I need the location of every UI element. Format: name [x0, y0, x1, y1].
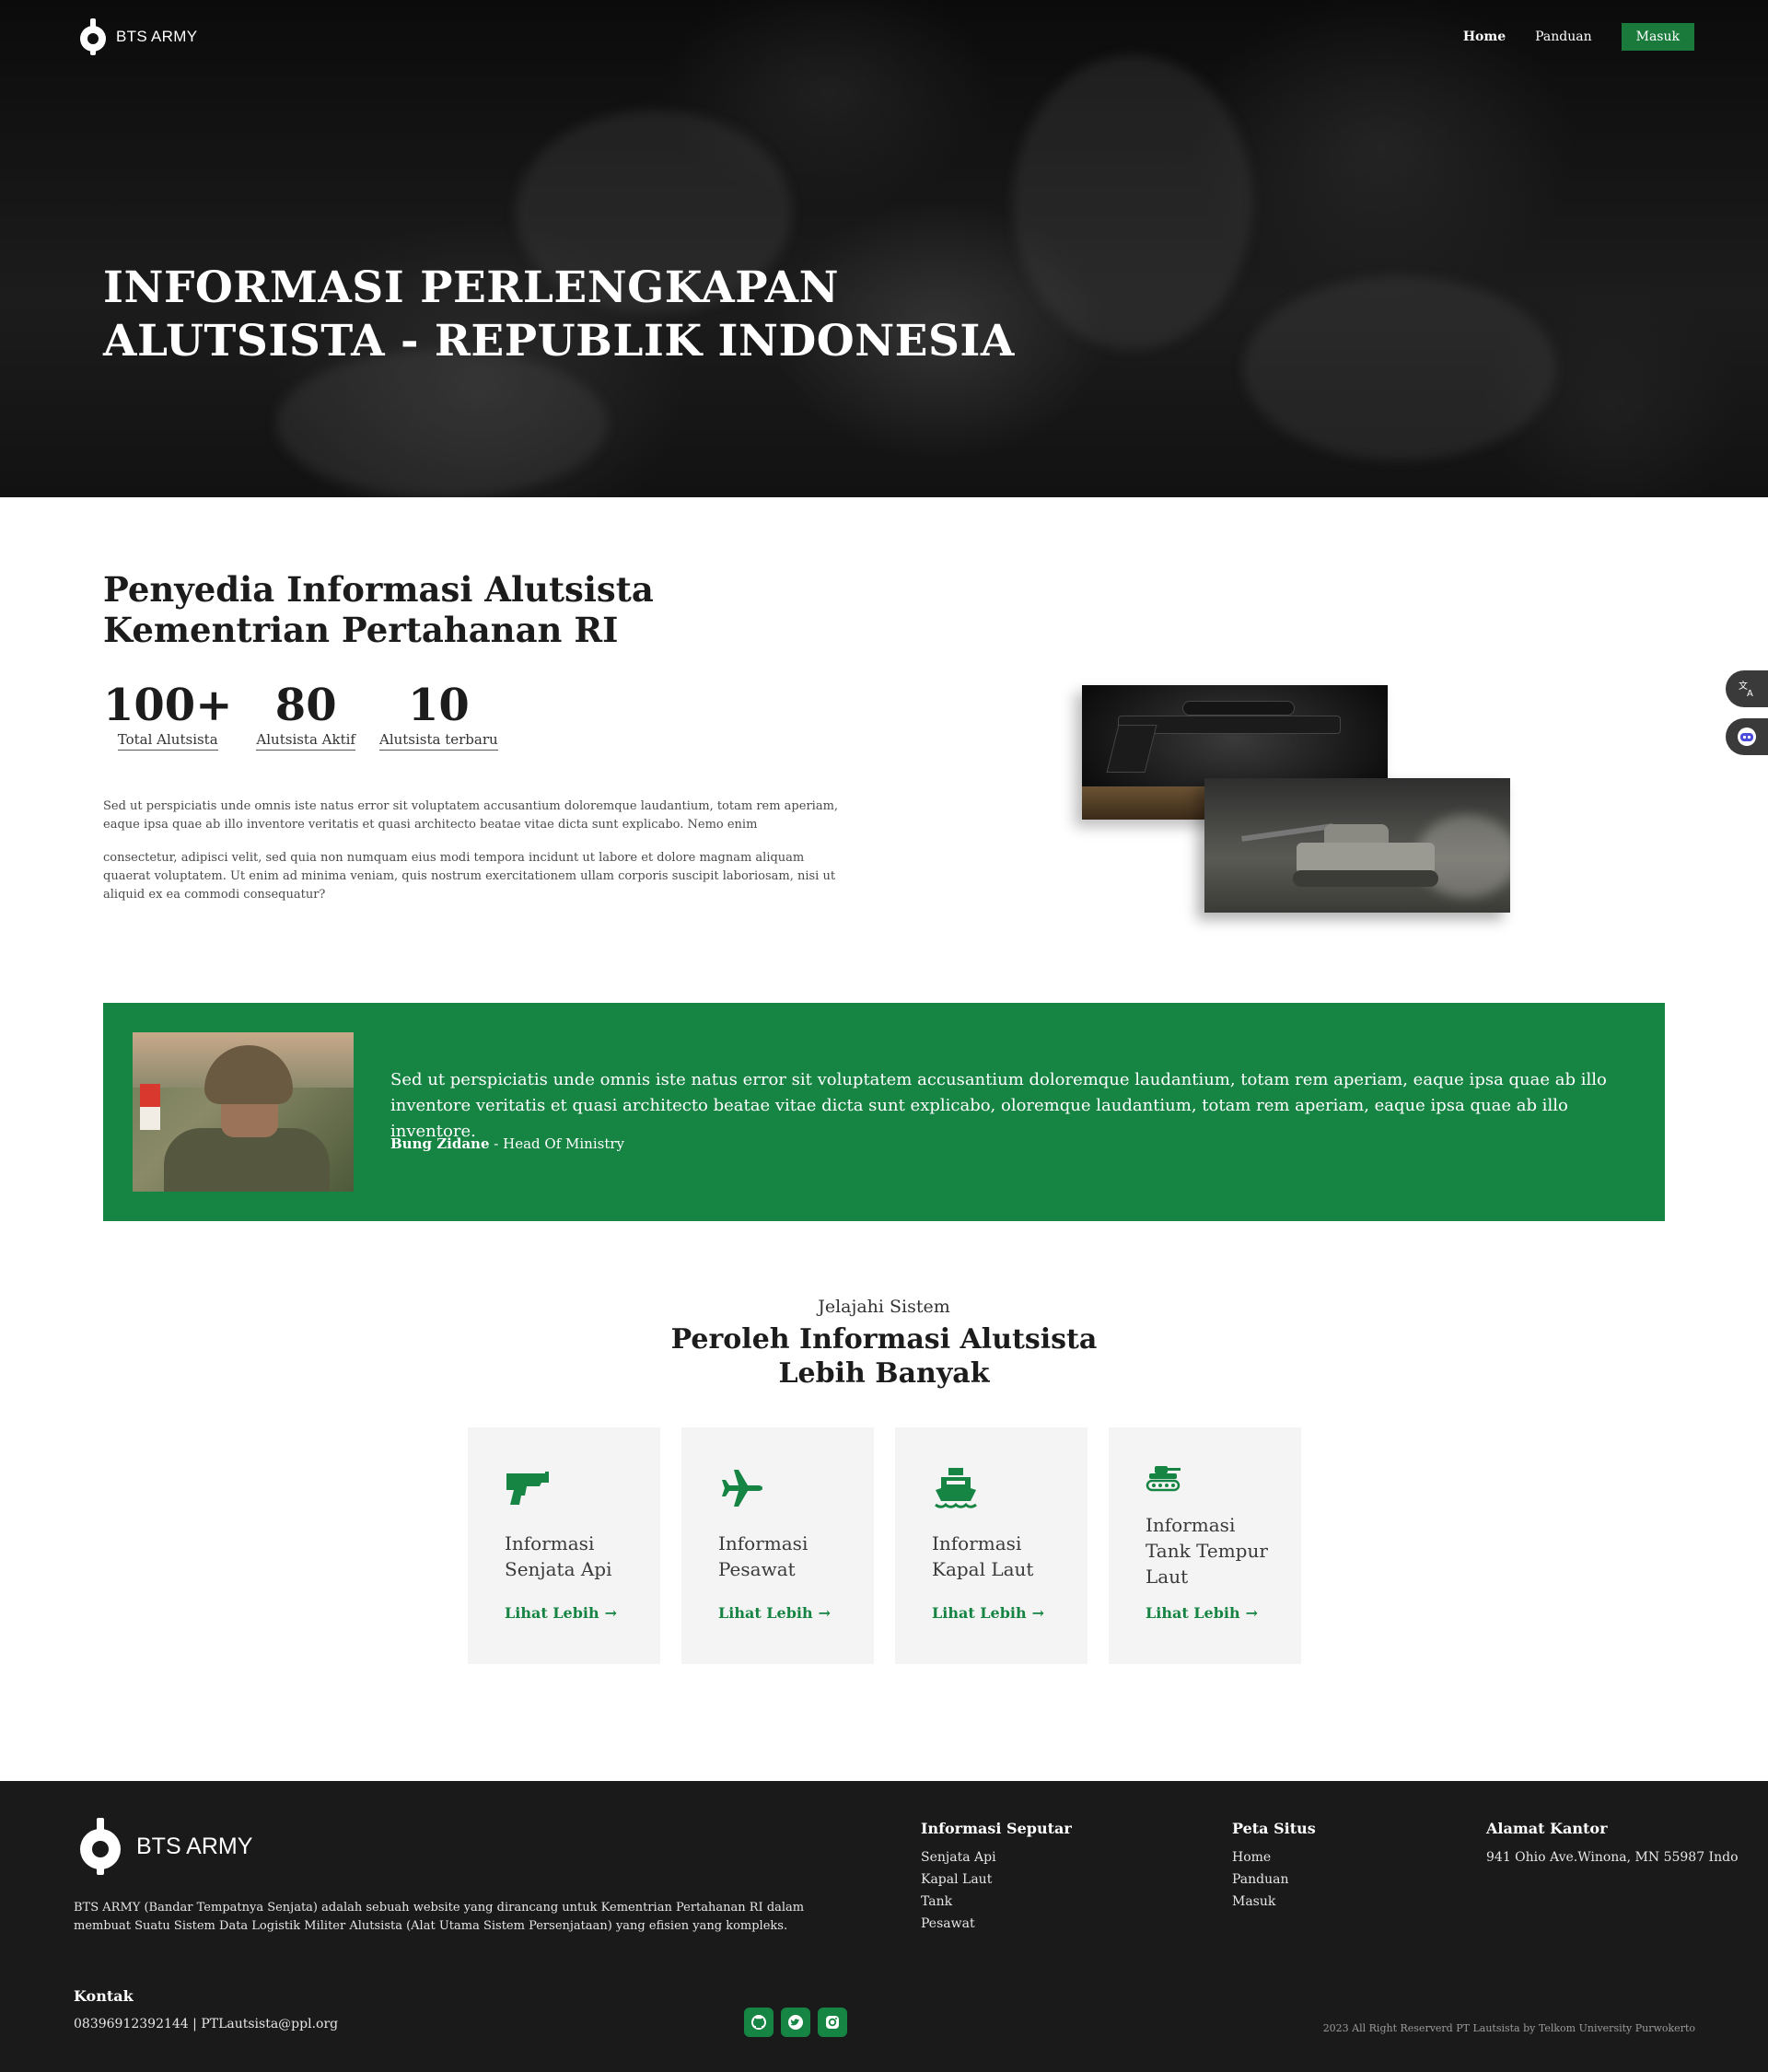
card-link-label: Lihat Lebih: [718, 1604, 813, 1622]
soldier-photo: [133, 1032, 354, 1192]
testimonial-author: Bung Zidane - Head Of Ministry: [390, 1135, 624, 1152]
logo-icon: [79, 1818, 122, 1875]
arrow-right-icon: →: [818, 1604, 832, 1622]
chat-bot-button[interactable]: [1726, 718, 1768, 755]
explore-title-line2: Lebih Banyak: [778, 1357, 990, 1390]
card-link[interactable]: Lihat Lebih →: [1146, 1604, 1258, 1622]
translate-button[interactable]: 文A: [1726, 670, 1768, 707]
github-button[interactable]: [744, 2008, 774, 2037]
social-links: [744, 2008, 847, 2037]
footer-info-heading: Informasi Seputar: [921, 1820, 1072, 1837]
author-name: Bung Zidane: [390, 1135, 490, 1152]
footer-office-heading: Alamat Kantor: [1486, 1820, 1608, 1837]
stat-label: Alutsista Aktif: [256, 731, 355, 751]
explore-title-line1: Peroleh Informasi Alutsista: [670, 1323, 1098, 1356]
hero-title-line1: INFORMASI PERLENGKAPAN: [103, 262, 840, 313]
testimonial-text: Sed ut perspiciatis unde omnis iste natu…: [390, 1070, 1607, 1141]
stat-value: 10: [407, 680, 470, 731]
nav-guide[interactable]: Panduan: [1535, 29, 1592, 44]
arrow-right-icon: →: [604, 1604, 618, 1622]
card-link-label: Lihat Lebih: [932, 1604, 1027, 1622]
footer-contact: 08396912392144 | PTLautsista@ppl.org: [74, 2017, 339, 2031]
footer-link[interactable]: Senjata Api: [921, 1846, 1072, 1868]
hero-title-line2: ALUTSISTA - REPUBLIK INDONESIA: [103, 316, 1015, 367]
twitter-button[interactable]: [781, 2008, 810, 2037]
svg-text:A: A: [1747, 689, 1753, 699]
translate-icon: 文A: [1739, 680, 1753, 699]
tank-icon: [1146, 1461, 1182, 1492]
main-nav: Home Panduan Masuk: [1463, 23, 1694, 51]
nav-home[interactable]: Home: [1463, 29, 1506, 44]
author-role: - Head Of Ministry: [494, 1135, 625, 1152]
about-title-line1: Penyedia Informasi Alutsista: [103, 569, 654, 610]
footer-sitemap-column: Peta Situs Home Panduan Masuk: [1232, 1820, 1316, 1913]
copyright: 2023 All Right Reserverd PT Lautsista by…: [1322, 2022, 1695, 2034]
stat-active: 80 Alutsista Aktif: [256, 681, 355, 751]
instagram-button[interactable]: [818, 2008, 847, 2037]
footer-link[interactable]: Pesawat: [921, 1913, 1072, 1935]
stats-row: 100+ Total Alutsista 80 Alutsista Aktif …: [103, 681, 498, 751]
footer-logo[interactable]: BTS ARMY: [79, 1818, 252, 1875]
stat-value: 100+: [103, 680, 233, 731]
card-link-label: Lihat Lebih: [1146, 1604, 1240, 1622]
card-title: Informasi Senjata Api: [505, 1532, 612, 1580]
hero-texture: [276, 350, 608, 497]
hero-title: INFORMASI PERLENGKAPAN ALUTSISTA - REPUB…: [103, 262, 1015, 368]
footer-description: BTS ARMY (Bandar Tempatnya Senjata) adal…: [74, 1901, 805, 1933]
instagram-icon: [826, 2016, 839, 2029]
footer-link[interactable]: Masuk: [1232, 1891, 1316, 1913]
hero-texture: [1243, 276, 1556, 460]
explore-title: Peroleh Informasi Alutsista Lebih Banyak: [0, 1322, 1768, 1391]
card-title: Informasi Tank Tempur Laut: [1146, 1514, 1268, 1588]
github-icon: [751, 2015, 766, 2030]
card-ships[interactable]: Informasi Kapal Laut Lihat Lebih →: [895, 1427, 1088, 1664]
about-paragraph-2: consectetur, adipisci velit, sed quia no…: [103, 851, 836, 902]
brand-name: BTS ARMY: [116, 28, 198, 45]
logo-icon: [79, 18, 107, 55]
footer-brand-name: BTS ARMY: [136, 1833, 253, 1859]
footer-contact-heading: Kontak: [74, 1987, 134, 2005]
hero-banner: BTS ARMY Home Panduan Masuk INFORMASI PE…: [0, 0, 1768, 497]
stat-total: 100+ Total Alutsista: [103, 681, 232, 751]
about-paragraph-1: Sed ut perspiciatis unde omnis iste natu…: [103, 799, 839, 832]
plane-icon: [718, 1466, 766, 1510]
explore-subtitle: Jelajahi Sistem: [818, 1297, 950, 1317]
card-link[interactable]: Lihat Lebih →: [932, 1604, 1044, 1622]
category-cards: Informasi Senjata Api Lihat Lebih → Infor…: [468, 1427, 1301, 1664]
gun-icon: [505, 1466, 552, 1510]
hero-texture: [1013, 55, 1252, 350]
arrow-right-icon: →: [1031, 1604, 1045, 1622]
stat-label: Total Alutsista: [117, 731, 218, 751]
brand-logo[interactable]: BTS ARMY: [79, 18, 197, 55]
footer-sitemap-heading: Peta Situs: [1232, 1820, 1316, 1837]
card-link[interactable]: Lihat Lebih →: [505, 1604, 617, 1622]
card-link-label: Lihat Lebih: [505, 1604, 599, 1622]
footer-info-column: Informasi Seputar Senjata Api Kapal Laut…: [921, 1820, 1072, 1935]
footer-link[interactable]: Panduan: [1232, 1868, 1316, 1891]
card-tanks[interactable]: Informasi Tank Tempur Laut Lihat Lebih →: [1109, 1427, 1301, 1664]
tank-image: [1204, 778, 1510, 913]
footer-link[interactable]: Kapal Laut: [921, 1868, 1072, 1891]
card-title: Informasi Pesawat: [718, 1532, 808, 1580]
stat-label: Alutsista terbaru: [378, 731, 498, 751]
about-title: Penyedia Informasi Alutsista Kementrian …: [103, 569, 654, 650]
about-title-line2: Kementrian Pertahanan RI: [103, 610, 619, 650]
twitter-icon: [788, 2015, 803, 2030]
card-aircraft[interactable]: Informasi Pesawat Lihat Lebih →: [681, 1427, 874, 1664]
card-title: Informasi Kapal Laut: [932, 1532, 1034, 1580]
footer-link[interactable]: Tank: [921, 1891, 1072, 1913]
site-footer: BTS ARMY BTS ARMY (Bandar Tempatnya Senj…: [0, 1781, 1768, 2072]
testimonial-banner: Sed ut perspiciatis unde omnis iste natu…: [103, 1003, 1665, 1221]
login-button[interactable]: Masuk: [1621, 23, 1694, 51]
chat-bot-icon: [1738, 728, 1756, 746]
card-link[interactable]: Lihat Lebih →: [718, 1604, 831, 1622]
ship-icon: [932, 1466, 980, 1510]
arrow-right-icon: →: [1245, 1604, 1259, 1622]
footer-address: 941 Ohio Ave.Winona, MN 55987 Indo: [1486, 1850, 1739, 1865]
card-firearms[interactable]: Informasi Senjata Api Lihat Lebih →: [468, 1427, 660, 1664]
stat-value: 80: [274, 680, 337, 731]
footer-office-column: Alamat Kantor 941 Ohio Ave.Winona, MN 55…: [1486, 1820, 1739, 1868]
stat-newest: 10 Alutsista terbaru: [378, 680, 498, 751]
footer-link[interactable]: Home: [1232, 1846, 1316, 1868]
